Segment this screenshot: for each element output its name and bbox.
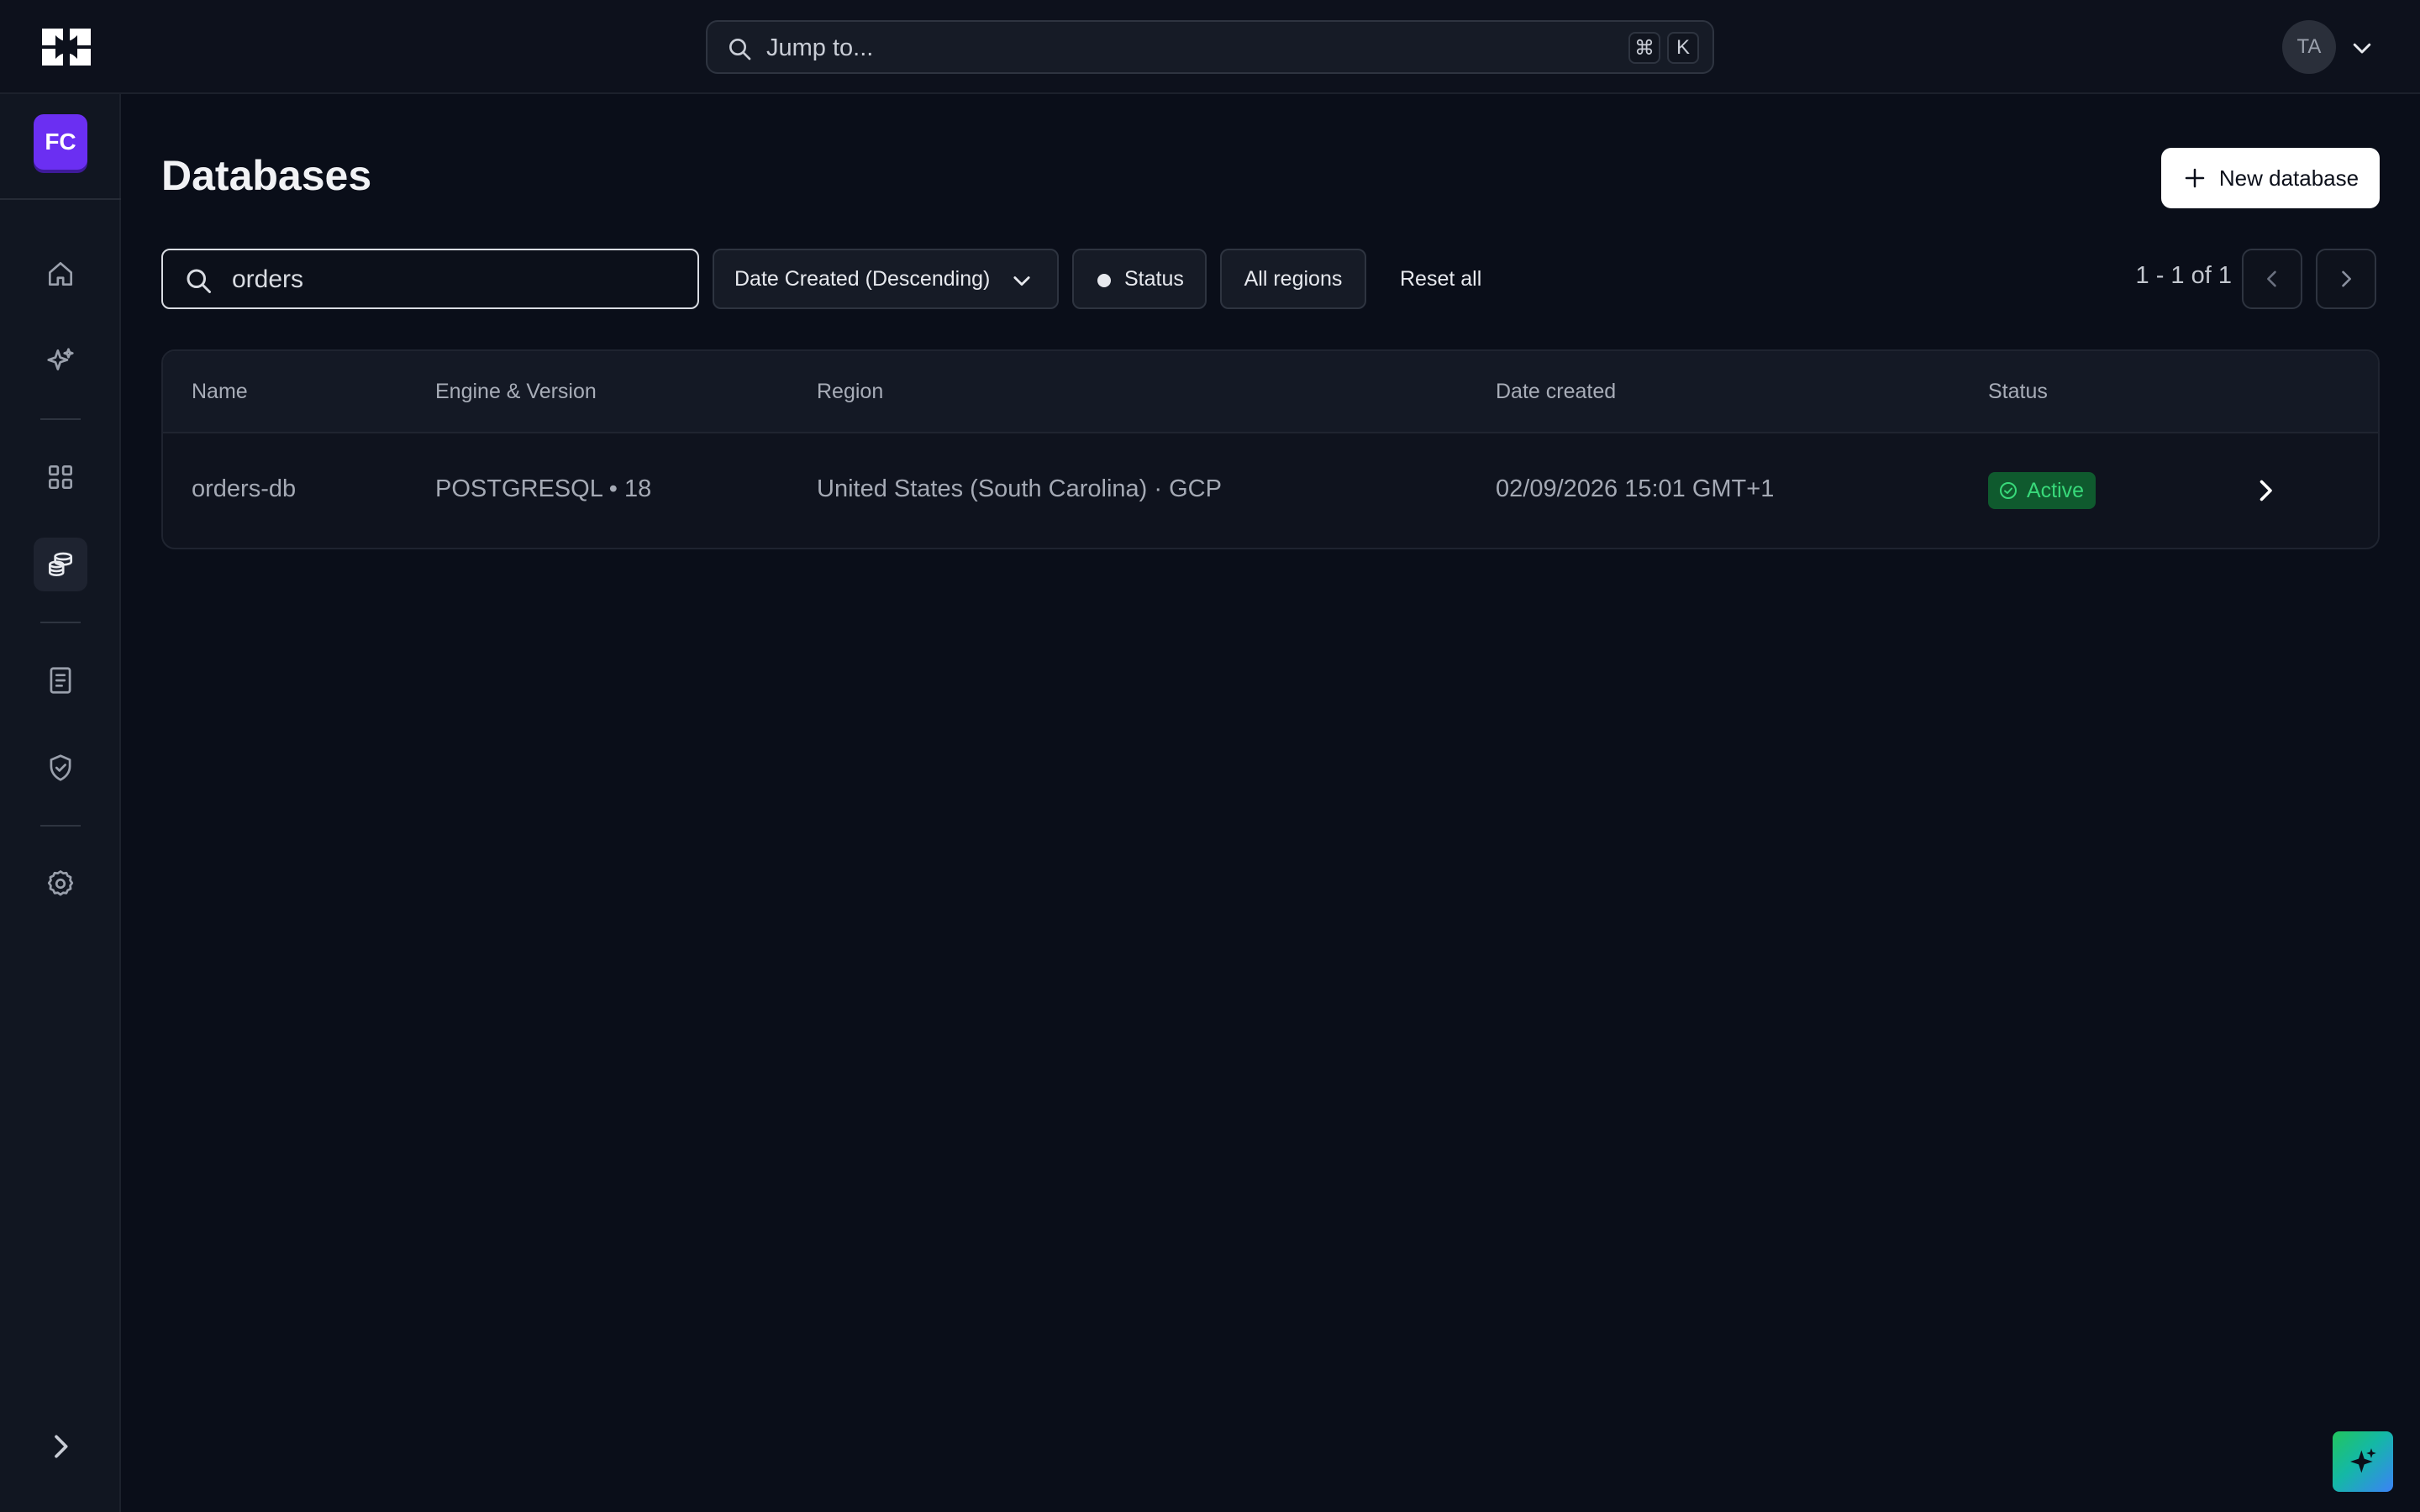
cell-region: United States (South Carolina) · GCP [817, 475, 1222, 502]
databases-table: Name Engine & Version Region Date create… [161, 349, 2380, 549]
next-page-button[interactable] [2316, 249, 2376, 309]
sidebar-item-security[interactable] [34, 741, 87, 795]
column-header-region: Region [817, 380, 884, 403]
sidebar-item-apps[interactable] [34, 450, 87, 504]
gear-icon [47, 870, 74, 896]
shortcut-k-key: K [1667, 32, 1699, 64]
home-icon [48, 261, 73, 286]
status-dot-icon [1097, 274, 1111, 287]
top-bar: Jump to... ⌘ K TA [0, 0, 2420, 94]
column-header-engine: Engine & Version [435, 380, 597, 403]
cell-date-created: 02/09/2026 15:01 GMT+1 [1496, 475, 1775, 502]
regions-filter-button[interactable]: All regions [1220, 249, 1366, 309]
new-database-label: New database [2218, 165, 2360, 191]
ai-assistant-button[interactable] [2333, 1431, 2393, 1492]
sort-dropdown[interactable]: Date Created (Descending) [713, 249, 1059, 309]
check-circle-icon [2000, 482, 2017, 499]
chevron-left-icon [2267, 270, 2276, 287]
expand-sidebar-icon[interactable] [44, 1430, 77, 1463]
search-icon [729, 39, 751, 60]
document-icon [50, 667, 71, 694]
jump-to-search[interactable]: Jump to... ⌘ K [706, 20, 1714, 74]
table-row[interactable]: orders-db POSTGRESQL • 18 United States … [163, 433, 2378, 548]
column-header-date-created: Date created [1496, 380, 1617, 403]
jump-to-placeholder: Jump to... [766, 34, 874, 61]
chevron-right-icon [2342, 270, 2351, 287]
search-icon [187, 269, 211, 293]
new-database-button[interactable]: New database [2161, 148, 2380, 208]
pagination-summary: 1 - 1 of 1 [2135, 262, 2232, 289]
sidebar-item-ai[interactable] [34, 334, 87, 388]
table-header: Name Engine & Version Region Date create… [163, 351, 2378, 433]
shortcut-cmd-key: ⌘ [1628, 32, 1660, 64]
chevron-down-icon[interactable] [2349, 35, 2375, 60]
search-input[interactable] [232, 260, 677, 299]
sidebar-divider [40, 825, 81, 827]
sidebar-item-home[interactable] [34, 247, 87, 301]
status-badge: Active [1988, 472, 2096, 509]
plus-icon [2185, 168, 2205, 188]
sparkles-icon [2350, 1448, 2376, 1473]
status-filter-button[interactable]: Status [1072, 249, 1207, 309]
brand-logo-icon[interactable] [39, 27, 94, 67]
database-search[interactable] [161, 249, 699, 309]
chevron-down-icon [1013, 276, 1030, 286]
reset-all-button[interactable]: Reset all [1385, 249, 1497, 309]
sidebar-divider [0, 198, 121, 200]
cell-engine: POSTGRESQL • 18 [435, 475, 652, 502]
column-header-name: Name [192, 380, 248, 403]
shield-check-icon [50, 754, 71, 781]
status-badge-label: Active [2027, 478, 2085, 502]
sidebar-item-settings[interactable] [34, 857, 87, 911]
sidebar-item-databases[interactable] [34, 538, 87, 591]
cell-name: orders-db [192, 475, 297, 502]
sidebar-divider [40, 418, 81, 420]
chevron-right-icon[interactable] [2250, 475, 2281, 506]
column-header-status: Status [1988, 380, 2048, 403]
sidebar: FC [0, 94, 121, 1512]
org-switcher[interactable]: FC [34, 114, 87, 170]
database-icon [48, 552, 73, 577]
page-title: Databases [161, 152, 372, 199]
user-avatar[interactable]: TA [2282, 20, 2336, 74]
sparkles-icon [47, 348, 74, 370]
sidebar-divider [40, 622, 81, 623]
previous-page-button[interactable] [2242, 249, 2302, 309]
sort-dropdown-label: Date Created (Descending) [734, 266, 991, 291]
sidebar-item-docs[interactable] [34, 654, 87, 707]
status-filter-label: Status [1124, 266, 1184, 291]
grid-icon [48, 465, 73, 490]
